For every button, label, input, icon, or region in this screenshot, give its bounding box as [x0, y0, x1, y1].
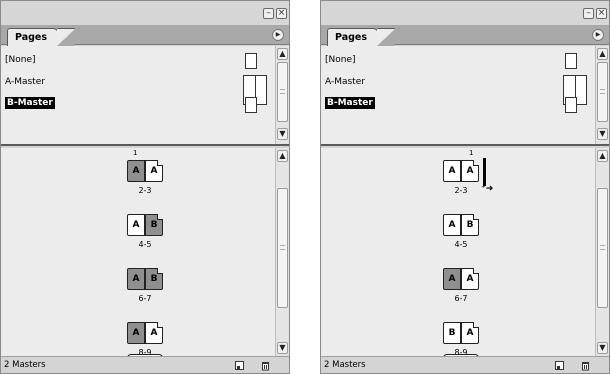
new-page-icon[interactable]	[234, 360, 245, 371]
master-label: [None]	[5, 55, 36, 65]
single-page-icon	[245, 53, 257, 69]
scroll-down-icon[interactable]: ▼	[597, 128, 608, 140]
masters-scrollbar[interactable]: ▲ ▼	[275, 46, 289, 144]
pages-scrollbar[interactable]: ▲ ▼	[595, 148, 609, 356]
pages-area: 1 A A 2-3 A B 4-5 A B 6-7 A A 8-9 ▲ ▼	[1, 148, 289, 357]
trash-icon[interactable]	[260, 360, 271, 371]
status-bar: 2 Masters	[1, 356, 289, 373]
page-left: A	[127, 322, 145, 344]
scroll-up-icon[interactable]: ▲	[277, 48, 288, 60]
tab-notch	[377, 28, 395, 46]
spread-label: 2-3	[454, 186, 468, 195]
tab-pages[interactable]: Pages	[7, 28, 59, 46]
insertion-bar	[483, 158, 486, 186]
single-page-icon	[565, 97, 577, 113]
master-row-none[interactable]: [None]	[321, 50, 595, 70]
pages-panel-right: – × Pages ▶ [None] A-Master B-Master ▲ ▼…	[320, 0, 610, 374]
scroll-up-icon[interactable]: ▲	[597, 48, 608, 60]
page-left: A	[127, 214, 145, 236]
spread-thumbnail[interactable]: A A	[127, 318, 163, 348]
spread-label: 4-5	[138, 240, 152, 249]
close-icon[interactable]: ×	[276, 8, 287, 19]
spread-label: 4-5	[454, 240, 468, 249]
master-label-selected: B-Master	[325, 97, 375, 109]
masters-section: [None] A-Master B-Master ▲ ▼	[1, 46, 289, 146]
scroll-thumb[interactable]	[277, 62, 288, 122]
masters-section: [None] A-Master B-Master ▲ ▼	[321, 46, 609, 146]
tab-row: Pages ▶	[1, 25, 289, 46]
master-row-b-master[interactable]: B-Master	[1, 94, 275, 114]
page-left: A	[443, 268, 461, 290]
panel-menu-icon[interactable]: ▶	[592, 29, 604, 41]
tab-pages[interactable]: Pages	[327, 28, 379, 46]
page-right: A	[145, 160, 163, 182]
panel-titlebar: – ×	[321, 1, 609, 25]
page-right: A	[461, 322, 479, 344]
scroll-down-icon[interactable]: ▼	[597, 342, 608, 354]
spread-thumbnail[interactable]: A A	[443, 156, 479, 186]
new-page-icon[interactable]	[554, 360, 565, 371]
master-label-selected: B-Master	[5, 97, 55, 109]
pages-area: 1 A A 2-3 ⁺➜ A B 4-5 A A 6-7 B A 8-9 ▲ ▼	[321, 148, 609, 357]
scroll-down-icon[interactable]: ▼	[277, 128, 288, 140]
master-row-a-master[interactable]: A-Master	[321, 72, 595, 105]
spread-thumbnail[interactable]: A A	[443, 264, 479, 294]
page-right: B	[145, 268, 163, 290]
spread-thumbnail-partial[interactable]	[443, 346, 479, 356]
page-left: A	[443, 160, 461, 182]
page-right: B	[145, 214, 163, 236]
single-page-icon	[245, 97, 257, 113]
master-label: [None]	[325, 55, 356, 65]
page-right: B	[461, 214, 479, 236]
spread-thumbnail-partial[interactable]	[127, 346, 163, 356]
page-left: A	[443, 214, 461, 236]
minimize-icon[interactable]: –	[583, 8, 594, 19]
pages-panel-left: – × Pages ▶ [None] A-Master B-Master ▲ ▼…	[0, 0, 290, 374]
panel-menu-icon[interactable]: ▶	[272, 29, 284, 41]
minimize-icon[interactable]: –	[263, 8, 274, 19]
scroll-thumb[interactable]	[277, 188, 288, 308]
tab-row: Pages ▶	[321, 25, 609, 46]
page-left: B	[443, 322, 461, 344]
spread-thumbnail[interactable]: A A	[127, 156, 163, 186]
spread-label: 6-7	[454, 294, 468, 303]
insert-cursor-icon: ⁺➜	[481, 184, 494, 194]
tab-notch	[57, 28, 75, 46]
masters-scrollbar[interactable]: ▲ ▼	[595, 46, 609, 144]
spread-thumbnail[interactable]: A B	[443, 210, 479, 240]
page-left: A	[127, 268, 145, 290]
page-left: A	[127, 160, 145, 182]
scroll-down-icon[interactable]: ▼	[277, 342, 288, 354]
master-row-a-master[interactable]: A-Master	[1, 72, 275, 105]
pages-scrollbar[interactable]: ▲ ▼	[275, 148, 289, 356]
spread-label: 2-3	[138, 186, 152, 195]
spread-thumbnail[interactable]: A B	[127, 264, 163, 294]
close-icon[interactable]: ×	[596, 8, 607, 19]
page-right: A	[145, 322, 163, 344]
trash-icon[interactable]	[580, 360, 591, 371]
master-row-b-master[interactable]: B-Master	[321, 94, 595, 114]
master-row-none[interactable]: [None]	[1, 50, 275, 70]
status-text: 2 Masters	[324, 360, 366, 370]
page-right: A	[461, 268, 479, 290]
page-right: A	[461, 160, 479, 182]
scroll-thumb[interactable]	[597, 188, 608, 308]
single-page-icon	[565, 53, 577, 69]
scroll-up-icon[interactable]: ▲	[597, 150, 608, 162]
panel-titlebar: – ×	[1, 1, 289, 25]
spread-thumbnail[interactable]: B A	[443, 318, 479, 348]
spread-label: 6-7	[138, 294, 152, 303]
status-text: 2 Masters	[4, 360, 46, 370]
spread-thumbnail[interactable]: A B	[127, 210, 163, 240]
master-label: A-Master	[5, 77, 45, 87]
master-label: A-Master	[325, 77, 365, 87]
scroll-thumb[interactable]	[597, 62, 608, 122]
scroll-up-icon[interactable]: ▲	[277, 150, 288, 162]
status-bar: 2 Masters	[321, 356, 609, 373]
